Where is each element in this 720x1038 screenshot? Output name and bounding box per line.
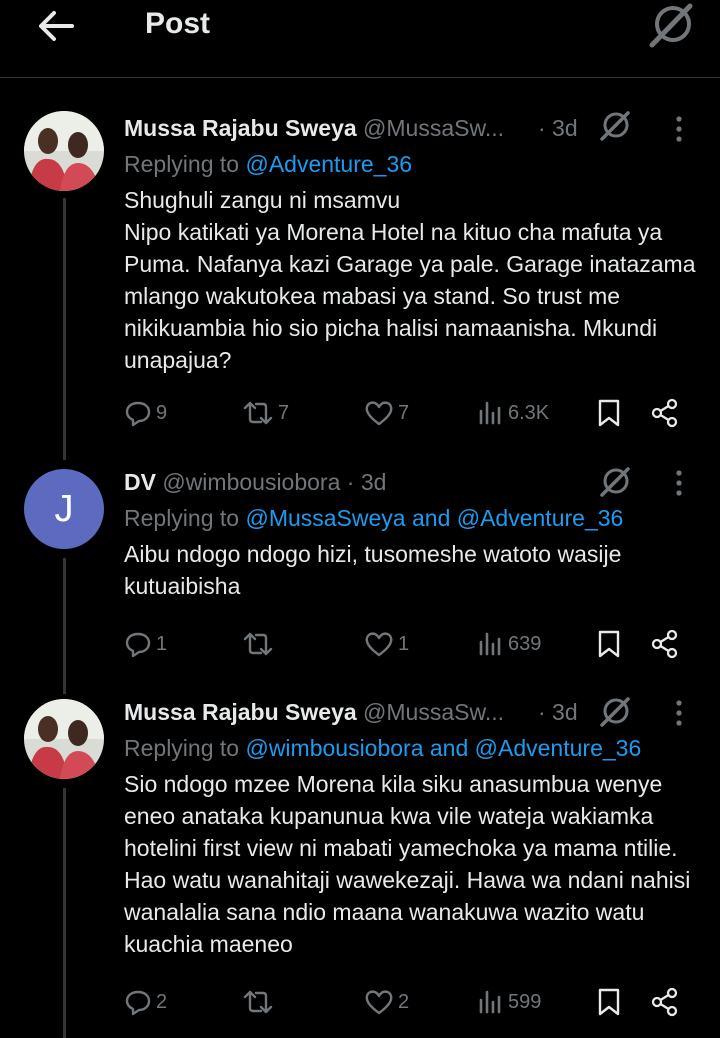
reply-count: 2 <box>156 990 168 1013</box>
more-button[interactable] <box>664 698 694 730</box>
more-button[interactable] <box>664 114 694 146</box>
more-icon <box>676 116 682 142</box>
repost-button[interactable] <box>242 624 278 664</box>
tweet-text: Sio ndogo mzee Morena kila siku anasumbu… <box>124 771 691 957</box>
grok-button[interactable] <box>598 465 632 499</box>
tweet-header: Mussa Rajabu Sweya @MussaSw... · 3d <box>124 112 654 144</box>
repost-icon <box>243 990 273 1014</box>
repost-icon <box>243 401 273 425</box>
tweet-actions: 1 1 639 <box>124 624 694 664</box>
display-name[interactable]: Mussa Rajabu Sweya <box>124 115 357 141</box>
reply-button[interactable]: 2 <box>124 982 167 1022</box>
replying-to-label: Replying to <box>124 151 246 177</box>
bookmark-icon <box>598 630 620 658</box>
replying-to: Replying to @Adventure_36 <box>124 148 412 180</box>
share-icon <box>651 629 678 659</box>
timestamp[interactable]: · 3d <box>347 469 387 495</box>
tweet[interactable]: J DV @wimbousiobora · 3d Replying to @Mu… <box>0 466 720 676</box>
tweet-actions: 9 7 7 6.3K <box>124 393 694 433</box>
grok-icon <box>600 697 630 727</box>
display-name[interactable]: DV <box>124 469 156 495</box>
grok-button[interactable] <box>598 109 632 143</box>
grok-icon <box>600 467 630 497</box>
tweet-actions: 2 2 599 <box>124 982 694 1022</box>
reply-button[interactable]: 9 <box>124 393 167 433</box>
back-arrow-icon <box>39 11 74 41</box>
share-icon <box>651 398 678 428</box>
repost-icon <box>243 632 273 656</box>
like-button[interactable]: 1 <box>364 624 409 664</box>
views-count: 599 <box>508 990 542 1013</box>
reply-icon <box>125 632 151 658</box>
like-count: 2 <box>398 990 410 1013</box>
mention-link[interactable]: @Adventure_36 <box>245 151 412 177</box>
display-name[interactable]: Mussa Rajabu Sweya <box>124 699 357 725</box>
replying-to-label: Replying to <box>124 735 246 761</box>
timestamp[interactable]: · 3d <box>538 696 578 728</box>
avatar[interactable] <box>24 699 104 779</box>
share-button[interactable] <box>650 624 680 664</box>
like-icon <box>365 401 393 426</box>
repost-button[interactable]: 7 <box>242 393 289 433</box>
like-icon <box>365 990 393 1015</box>
bookmark-button[interactable] <box>596 624 622 664</box>
like-count: 1 <box>398 632 410 655</box>
reply-icon <box>125 990 151 1016</box>
reply-button[interactable]: 1 <box>124 624 167 664</box>
user-handle[interactable]: @MussaSw... <box>363 699 504 725</box>
bookmark-button[interactable] <box>596 982 622 1022</box>
mention-link[interactable]: @MussaSweya and @Adventure_36 <box>245 505 623 531</box>
replying-to-label: Replying to <box>124 505 246 531</box>
views-count: 6.3K <box>508 401 550 424</box>
repost-button[interactable] <box>242 982 278 1022</box>
grok-icon <box>649 3 693 48</box>
avatar[interactable] <box>24 111 104 191</box>
views-button[interactable]: 639 <box>478 624 541 664</box>
user-handle[interactable]: @MussaSw... <box>363 115 504 141</box>
share-button[interactable] <box>650 393 680 433</box>
views-icon <box>479 632 501 656</box>
views-count: 639 <box>508 632 542 655</box>
views-icon <box>479 990 501 1014</box>
views-button[interactable]: 599 <box>478 982 541 1022</box>
like-button[interactable]: 2 <box>364 982 409 1022</box>
bookmark-button[interactable] <box>596 393 622 433</box>
bookmark-icon <box>598 399 620 427</box>
reply-count: 9 <box>156 401 168 424</box>
share-button[interactable] <box>650 982 680 1022</box>
tweet-header: DV @wimbousiobora · 3d <box>124 466 654 498</box>
avatar[interactable]: J <box>24 469 104 549</box>
replying-to: Replying to @MussaSweya and @Adventure_3… <box>124 502 623 534</box>
back-button[interactable] <box>34 4 78 48</box>
grok-icon <box>600 111 630 141</box>
tweet-text: Aibu ndogo ndogo hizi, tusomeshe watoto … <box>124 541 622 599</box>
tweet[interactable]: Mussa Rajabu Sweya @MussaSw... · 3d Repl… <box>0 109 720 442</box>
tweet-text: Shughuli zangu ni msamvu Nipo katikati y… <box>124 187 696 373</box>
share-icon <box>651 987 678 1017</box>
page-title: Post <box>145 7 211 40</box>
like-count: 7 <box>398 401 410 424</box>
mention-link[interactable]: @wimbousiobora and @Adventure_36 <box>245 735 641 761</box>
timestamp[interactable]: · 3d <box>538 112 578 144</box>
tweet-header: Mussa Rajabu Sweya @MussaSw... · 3d <box>124 696 654 728</box>
user-handle[interactable]: @wimbousiobora <box>162 469 340 495</box>
replying-to: Replying to @wimbousiobora and @Adventur… <box>124 732 641 764</box>
grok-button[interactable] <box>598 695 632 729</box>
grok-button[interactable] <box>646 0 698 50</box>
more-button[interactable] <box>664 468 694 500</box>
like-icon <box>365 632 393 657</box>
views-button[interactable]: 6.3K <box>478 393 549 433</box>
more-icon <box>676 700 682 726</box>
top-bar: Post <box>0 0 720 78</box>
reply-count: 1 <box>156 632 168 655</box>
repost-count: 7 <box>278 401 290 424</box>
reply-icon <box>125 401 151 427</box>
bookmark-icon <box>598 988 620 1016</box>
like-button[interactable]: 7 <box>364 393 409 433</box>
more-icon <box>676 470 682 496</box>
tweet[interactable]: Mussa Rajabu Sweya @MussaSw... · 3d Repl… <box>0 696 720 1038</box>
views-icon <box>479 401 501 425</box>
